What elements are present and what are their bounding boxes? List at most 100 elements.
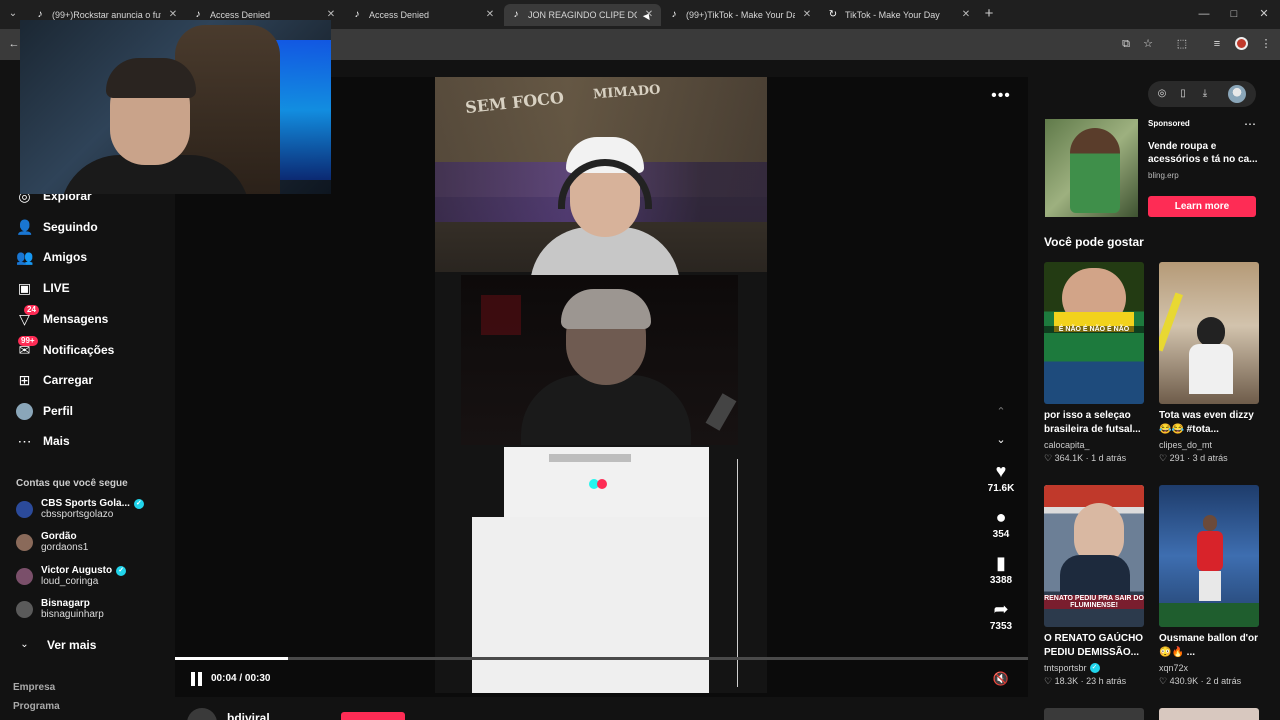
card-caption: por isso a seleçao brasileira de futsal.… — [1044, 410, 1141, 435]
card-likes: 364.1K — [1054, 453, 1084, 463]
sidebar-item-mais[interactable]: ⋯ Mais — [16, 429, 70, 453]
recommended-card[interactable]: Ousmane ballon d'or 😳🔥 ... xqn72x ♡ 430.… — [1159, 485, 1261, 687]
browser-profile-avatar[interactable] — [1235, 37, 1248, 50]
tab-close-icon[interactable]: ✕ — [484, 9, 496, 21]
card-caption: O RENATO GAÚCHO PEDIU DEMISSÃO... — [1044, 633, 1144, 658]
video-progress-bar[interactable] — [175, 657, 1028, 660]
footer-link-programa[interactable]: Programa — [13, 701, 60, 712]
next-video-icon[interactable]: ⌄ — [993, 432, 1009, 448]
sidebar-item-seguindo[interactable]: 👤 Seguindo — [16, 215, 98, 239]
share-button[interactable]: ➦ 7353 — [980, 598, 1022, 632]
back-arrow-icon[interactable]: ← — [7, 37, 21, 51]
phone-icon[interactable]: ▯ — [1176, 87, 1190, 101]
like-count: 71.6K — [987, 483, 1015, 494]
minimize-button[interactable]: — — [1196, 6, 1212, 22]
tab-label: TikTok - Make Your Day — [845, 10, 940, 20]
user-avatar[interactable] — [1228, 85, 1246, 103]
sidebar-item-amigos[interactable]: 👥 Amigos — [16, 245, 87, 269]
followed-account[interactable]: Gordão gordaons1 — [16, 531, 88, 559]
learn-more-button[interactable]: Learn more — [1148, 196, 1256, 217]
loading-bar — [549, 454, 631, 462]
tab-close-icon[interactable]: ✕ — [801, 9, 813, 21]
notifications-badge: 99+ — [18, 335, 38, 346]
browser-tab-5[interactable]: ♪ (99+)TikTok - Make Your Day ✕ — [662, 4, 819, 26]
tab-label: (99+)TikTok - Make Your Day — [686, 10, 795, 20]
account-handle: loud_coringa — [41, 576, 99, 587]
extensions-icon[interactable]: ⬚ — [1175, 37, 1189, 51]
browser-menu-icon[interactable]: ⋮ — [1259, 37, 1273, 51]
verified-badge-icon: ✓ — [133, 498, 144, 509]
new-tab-button[interactable]: + — [981, 6, 997, 22]
download-icon[interactable]: ⤓ — [1198, 87, 1212, 101]
browser-tab-4-active[interactable]: ♪ JON REAGINDO CLIPE DO DON ✕ — [504, 4, 661, 26]
media-control-icon[interactable]: ≡ — [1210, 37, 1224, 51]
tab-label: (99+)Rockstar anuncia o futuro — [52, 10, 161, 20]
card-author[interactable]: calocapita_ — [1044, 440, 1090, 450]
card-overlay-text: É NÃO É NÃO É NÃO — [1044, 326, 1144, 333]
author-name[interactable]: bdiviral — [227, 711, 270, 720]
sidebar-item-notificacoes[interactable]: ✉ 99+ Notificações — [16, 335, 114, 362]
recommended-card-partial[interactable] — [1044, 708, 1144, 720]
recommended-card-partial[interactable] — [1159, 708, 1259, 720]
sidebar-item-perfil[interactable]: Perfil — [16, 399, 73, 423]
frame-edge — [737, 459, 738, 687]
followed-account[interactable]: CBS Sports Gola... ✓ cbssportsgolazo — [16, 498, 144, 526]
follow-button[interactable] — [341, 712, 405, 720]
sidebar-item-live[interactable]: ▣ LIVE — [16, 276, 70, 300]
followed-account[interactable]: Victor Augusto ✓ loud_coringa — [16, 565, 127, 593]
card-author[interactable]: tntsportsbr — [1044, 663, 1087, 673]
card-age: 1 d atrás — [1091, 453, 1127, 463]
footer-link-empresa[interactable]: Empresa — [13, 682, 55, 693]
tab-label: JON REAGINDO CLIPE DO DON — [528, 10, 637, 20]
bookmark-button[interactable]: ▮ 3388 — [980, 552, 1022, 586]
mute-icon[interactable]: 🔇 — [991, 671, 1011, 687]
sidebar-item-mensagens[interactable]: ▽ 24 Mensagens — [16, 304, 108, 331]
card-author[interactable]: clipes_do_mt — [1159, 440, 1212, 450]
nav-label: LIVE — [43, 281, 70, 295]
heart-outline-icon: ♡ — [1159, 453, 1168, 463]
like-button[interactable]: ♥ 71.6K — [980, 460, 1022, 494]
sponsored-label: Sponsored — [1148, 119, 1190, 128]
see-more-button[interactable]: ⌄ Ver mais — [16, 636, 96, 653]
followed-account[interactable]: Bisnagarp bisnaguinharp — [16, 598, 104, 626]
tab-close-icon[interactable]: ✕ — [960, 9, 972, 21]
verified-badge-icon: ✓ — [1089, 663, 1100, 673]
video-more-options-icon[interactable]: ••• — [990, 86, 1012, 106]
ad-more-icon[interactable]: ⋯ — [1244, 117, 1256, 131]
comment-button[interactable]: ● 354 — [980, 506, 1022, 540]
bookmark-star-icon[interactable]: ☆ — [1141, 37, 1155, 51]
pause-button[interactable] — [190, 672, 204, 686]
browser-tab-6[interactable]: ↻ TikTok - Make Your Day ✕ — [821, 4, 978, 26]
more-icon: ⋯ — [17, 432, 32, 449]
tiktok-favicon-icon: ♪ — [671, 9, 677, 20]
maximize-button[interactable]: □ — [1226, 6, 1242, 22]
tiktok-loading-dot — [597, 479, 607, 489]
card-thumbnail[interactable]: RENATO PEDIU PRA SAIR DO FLUMINENSE! — [1044, 485, 1144, 627]
live-icon: ▣ — [17, 279, 32, 296]
close-window-button[interactable]: ✕ — [1256, 6, 1272, 22]
ad-thumbnail-person — [1070, 128, 1120, 213]
recommended-title: Você pode gostar — [1044, 235, 1144, 249]
recommended-card[interactable]: RENATO PEDIU PRA SAIR DO FLUMINENSE! O R… — [1044, 485, 1146, 687]
card-age: 2 d atrás — [1206, 676, 1242, 686]
card-thumbnail[interactable] — [1159, 485, 1259, 627]
card-thumbnail[interactable] — [1159, 262, 1259, 404]
ad-title[interactable]: Vende roupa e acessórios e tá no ca... — [1148, 140, 1258, 166]
card-thumbnail[interactable]: É NÃO É NÃO É NÃO — [1044, 262, 1144, 404]
compass-icon[interactable]: ◎ — [1155, 87, 1169, 101]
account-name: CBS Sports Gola... — [41, 498, 130, 509]
recommended-card[interactable]: É NÃO É NÃO É NÃO por isso a seleçao bra… — [1044, 262, 1146, 464]
tiktok-favicon-icon: ♪ — [513, 9, 519, 20]
previous-video-icon[interactable]: ⌃ — [993, 404, 1009, 420]
recommended-card[interactable]: Tota was even dizzy 😂😂 #tota... clipes_d… — [1159, 262, 1261, 464]
video-frame[interactable]: SEM FOCO MIMADO — [435, 77, 767, 693]
card-overlay-text: RENATO PEDIU PRA SAIR DO FLUMINENSE! — [1044, 595, 1144, 609]
account-name: Victor Augusto — [41, 565, 113, 576]
card-author[interactable]: xqn72x — [1159, 663, 1188, 673]
cast-icon[interactable]: ⧉ — [1119, 37, 1133, 51]
tab-search-chevron-icon[interactable]: ⌄ — [6, 7, 20, 21]
sidebar-item-carregar[interactable]: ⊞ Carregar — [16, 368, 93, 392]
browser-tab-3[interactable]: ♪ Access Denied ✕ — [345, 4, 502, 26]
nav-label: Carregar — [43, 373, 94, 387]
account-handle: gordaons1 — [41, 542, 89, 553]
